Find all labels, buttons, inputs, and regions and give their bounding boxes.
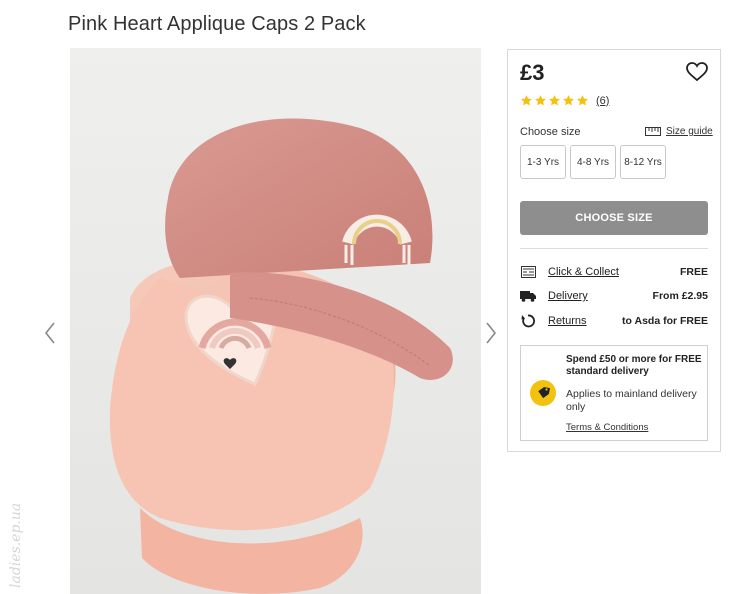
star-icon (521, 95, 532, 106)
returns-icon (520, 314, 536, 328)
returns-link[interactable]: Returns (548, 315, 587, 327)
returns-price: to Asda for FREE (622, 315, 708, 327)
review-count-link[interactable]: (6) (596, 95, 609, 107)
tag-icon (538, 387, 550, 399)
size-option-1-3-yrs[interactable]: 1-3 Yrs (520, 145, 566, 179)
delivery-option-click-collect: Click & Collect FREE (520, 263, 708, 281)
size-options: 1-3 Yrs 4-8 Yrs 8-12 Yrs (520, 145, 666, 179)
product-price: £3 (520, 60, 545, 85)
rating: (6) (520, 94, 609, 107)
size-guide-label: Size guide (666, 126, 713, 137)
store-icon (520, 265, 536, 279)
free-delivery-promo: Spend £50 or more for FREE standard deli… (520, 345, 708, 441)
star-icon (563, 95, 574, 106)
size-guide-link[interactable]: Size guide (645, 126, 713, 137)
ruler-icon (645, 127, 661, 136)
promo-body: Applies to mainland delivery only (566, 388, 697, 413)
page-title: Pink Heart Applique Caps 2 Pack (68, 13, 366, 35)
star-icon (577, 95, 588, 106)
delivery-price: From £2.95 (652, 290, 708, 302)
delivery-option-returns: Returns to Asda for FREE (520, 312, 708, 330)
click-collect-link[interactable]: Click & Collect (548, 266, 619, 278)
click-collect-price: FREE (679, 266, 708, 278)
delivery-option-home: Delivery From £2.95 (520, 287, 708, 305)
previous-image-button[interactable] (42, 320, 58, 346)
size-option-8-12-yrs[interactable]: 8-12 Yrs (620, 145, 666, 179)
promo-badge (530, 380, 556, 406)
divider (520, 248, 708, 249)
truck-icon (520, 289, 536, 303)
wishlist-button[interactable] (685, 61, 709, 83)
choose-size-button[interactable]: CHOOSE SIZE (520, 201, 708, 235)
watermark: ladies.ep.ua (0, 470, 30, 590)
heart-outline-icon (686, 62, 708, 82)
size-option-4-8-yrs[interactable]: 4-8 Yrs (570, 145, 616, 179)
next-image-button[interactable] (483, 320, 499, 346)
promo-headline: Spend £50 or more for FREE standard deli… (566, 354, 702, 377)
product-purchase-panel: £3 (6) Choose size Size guide 1-3 Yrs 4-… (507, 49, 721, 452)
terms-conditions-link[interactable]: Terms & Conditions (566, 422, 648, 433)
chevron-left-icon (44, 322, 55, 344)
star-icon (535, 95, 546, 106)
chevron-right-icon (486, 322, 497, 344)
delivery-link[interactable]: Delivery (548, 290, 588, 302)
product-image (70, 48, 481, 594)
star-icon (549, 95, 560, 106)
size-label: Choose size (520, 126, 581, 138)
watermark-text: ladies.ep.ua (8, 503, 24, 588)
